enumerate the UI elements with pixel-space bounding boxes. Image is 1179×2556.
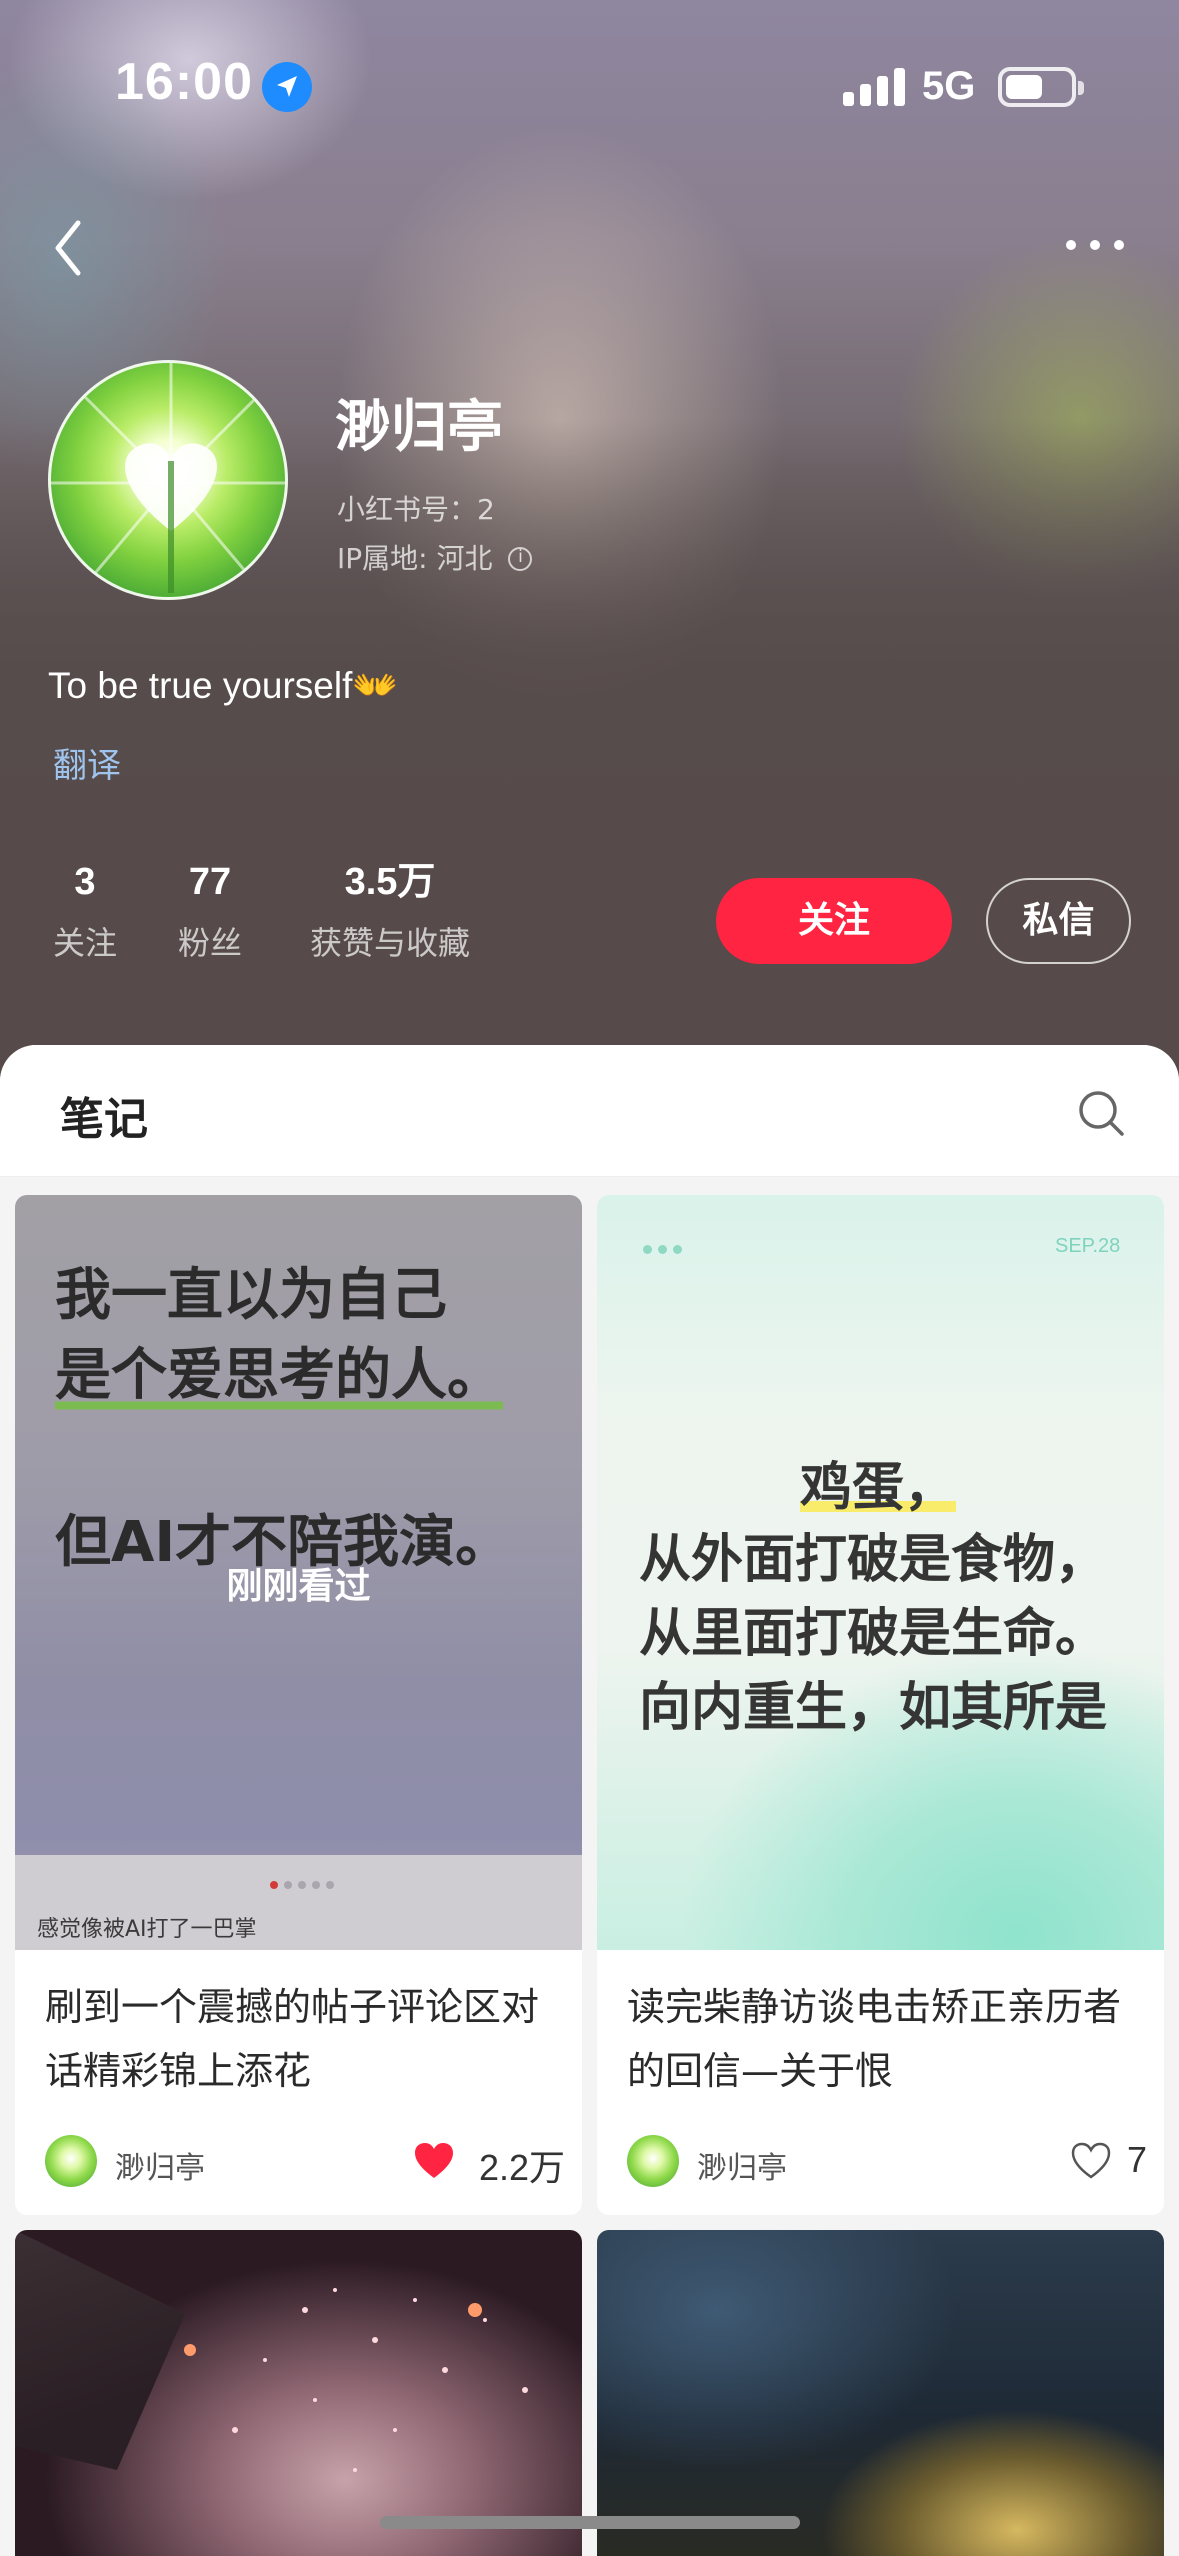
stat-likes-label: 获赞与收藏 [309,924,470,962]
note-title[interactable]: 读完柴静访谈电击矫正亲历者的回信—关于恨 [627,1975,1137,2103]
cover-text-line: 从外面打破是食物， [639,1530,1108,1590]
search-icon[interactable] [1076,1088,1126,1138]
note-card[interactable]: 我一直以为自己 是个爱思考的人。 但AI才不陪我演。 刚刚看过 感觉像被AI打了… [15,1195,582,2215]
follow-button[interactable]: 关注 [716,878,952,964]
more-options-icon[interactable] [1060,230,1130,260]
note-card[interactable] [597,2230,1164,2556]
cover-text-line: 从里面打破是生命。 [639,1604,1108,1664]
heart-outline-icon[interactable] [1070,2141,1112,2181]
stat-following-label: 关注 [52,924,117,962]
ip-location-text: IP属地: 河北 [337,542,493,575]
note-card[interactable]: SEP.28 鸡蛋， 从外面打破是食物， 从里面打破是生命。 向内重生，如其所是… [597,1195,1164,2215]
note-cover-image[interactable] [15,2230,582,2556]
profile-name: 渺归亭 [335,395,503,460]
info-icon[interactable] [508,547,533,571]
location-arrow-icon [262,62,312,112]
profile-bio: To be true yourself👐 [48,665,399,706]
author-avatar[interactable] [627,2135,679,2187]
stat-followers-label: 粉丝 [177,924,242,962]
note-footer: 渺归亭 2.2万 [45,2135,565,2188]
author-name[interactable]: 渺归亭 [115,2143,205,2187]
cover-caption: 感觉像被AI打了一巴掌 [37,1917,257,1942]
note-footer: 渺归亭 7 [627,2135,1147,2187]
translate-link[interactable]: 翻译 [53,738,121,787]
status-bar: 16:00 5G [0,0,1179,170]
back-arrow-icon[interactable] [48,215,94,281]
network-type: 5G [922,64,976,108]
cover-date: SEP.28 [1055,1235,1121,1257]
cellular-signal-icon [843,68,905,106]
profile-avatar[interactable] [48,360,288,600]
recently-viewed-label: 刚刚看过 [226,1566,371,1607]
profile-ip-location: IP属地: 河北 [337,537,533,577]
home-indicator [380,2516,800,2529]
author-avatar[interactable] [45,2135,97,2187]
note-card[interactable] [15,2230,582,2556]
stat-likes-collects[interactable]: 3.5万 获赞与收藏 [297,858,483,964]
stat-likes-count: 3.5万 [344,861,436,903]
carousel-dots [270,1881,340,1891]
notes-tab-bar: 笔记 [0,1045,1179,1177]
notes-panel: 笔记 我一直以为自己 是个爱思考的人。 但AI才不陪我演。 刚刚看过 感觉像被A… [0,1045,1179,2556]
status-time: 16:00 [115,53,253,111]
tab-notes[interactable]: 笔记 [60,1083,148,1147]
stat-following[interactable]: 3 关注 [48,858,122,964]
cover-text-line: 向内重生，如其所是 [639,1678,1108,1738]
note-cover-image[interactable]: SEP.28 鸡蛋， 从外面打破是食物， 从里面打破是生命。 向内重生，如其所是 [597,1195,1164,1950]
profile-id: 小红书号：2 [337,493,495,526]
author-name[interactable]: 渺归亭 [697,2143,787,2187]
like-count: 2.2万 [478,2147,565,2188]
note-cover-image[interactable] [597,2230,1164,2556]
heart-filled-icon[interactable] [413,2141,455,2181]
like-count: 7 [1126,2139,1147,2180]
note-cover-image[interactable]: 我一直以为自己 是个爱思考的人。 但AI才不陪我演。 刚刚看过 感觉像被AI打了… [15,1195,582,1950]
cover-decoration-dots [643,1245,693,1255]
cover-text-line: 鸡蛋， [800,1458,957,1518]
stat-following-count: 3 [74,861,96,903]
battery-icon [998,67,1084,107]
stat-followers[interactable]: 77 粉丝 [170,858,250,964]
note-title[interactable]: 刷到一个震撼的帖子评论区对话精彩锦上添花 [45,1975,555,2103]
message-button[interactable]: 私信 [986,878,1131,964]
stat-followers-count: 77 [188,861,232,903]
